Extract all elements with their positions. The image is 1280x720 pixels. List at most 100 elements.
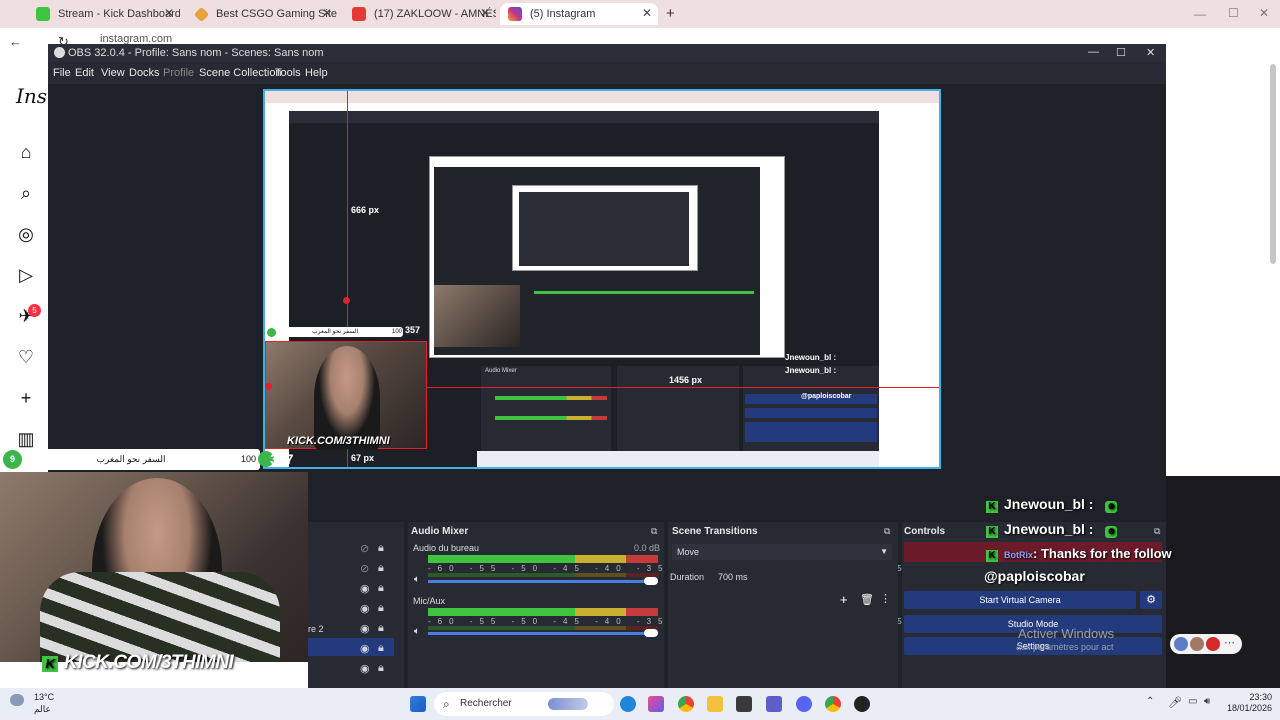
level-badge: 9 <box>3 450 22 469</box>
browser-tab-kick[interactable]: Stream - Kick Dashboard ✕ <box>28 3 180 25</box>
close-icon[interactable]: ✕ <box>1146 46 1155 59</box>
dock-menu-icon[interactable]: ⧉ <box>651 526 657 537</box>
volume-slider[interactable] <box>428 632 658 635</box>
edge-icon[interactable] <box>620 696 636 712</box>
maximize-icon[interactable]: ☐ <box>1116 46 1126 59</box>
scrollbar[interactable] <box>1270 64 1276 264</box>
taskbar-search[interactable]: ⌕ Rechercher <box>434 692 614 716</box>
close-icon[interactable]: ✕ <box>164 6 174 20</box>
create-icon[interactable]: + <box>14 386 38 410</box>
menu-help[interactable]: Help <box>305 67 328 79</box>
eye-icon[interactable]: ◉ <box>360 602 370 615</box>
maximize-icon[interactable]: ☐ <box>1228 6 1239 20</box>
close-icon[interactable]: ✕ <box>642 6 652 20</box>
search-highlight-image <box>548 698 588 710</box>
browser-tab-csgo[interactable]: Best CSGO Gaming Site: Play Ba ✕ <box>186 3 338 25</box>
reels-icon[interactable]: ▷ <box>14 263 38 287</box>
home-icon[interactable]: ⌂ <box>14 140 38 164</box>
scene-transitions-dock: Scene Transitions ⧉ Move ▼ Duration 700 … <box>668 522 898 688</box>
nested-meter <box>534 291 754 294</box>
speaker-icon[interactable]: 🔈︎ <box>414 574 420 585</box>
add-transition-icon[interactable]: + <box>840 592 848 607</box>
preview-canvas[interactable]: Audio Mixer KICK.COM/3THIMNI السفر نحو ا… <box>263 89 941 469</box>
close-window-icon[interactable]: ✕ <box>1259 6 1269 20</box>
menu-file[interactable]: File <box>53 67 71 79</box>
menu-edit[interactable]: Edit <box>75 67 94 79</box>
lock-icon[interactable]: 🔒︎ <box>378 542 384 555</box>
microphone-icon[interactable]: 🎤︎ <box>1168 696 1182 709</box>
speaker-icon[interactable]: 🔈︎ <box>414 626 420 637</box>
start-virtual-camera-button[interactable]: Start Virtual Camera <box>904 591 1136 609</box>
lock-icon[interactable]: 🔒︎ <box>378 582 384 595</box>
lock-icon[interactable]: 🔒︎ <box>378 602 384 615</box>
lock-icon[interactable]: 🔒︎ <box>378 642 384 655</box>
windows-taskbar: ⌃ 🎤︎ ▭ 🔊︎ <box>0 688 1280 720</box>
eye-icon[interactable]: ◉ <box>360 662 370 675</box>
dock-menu-icon[interactable]: ⧉ <box>884 526 890 537</box>
volume-slider[interactable] <box>428 580 658 583</box>
volume-knob[interactable] <box>644 577 658 585</box>
windows-start-icon[interactable] <box>410 696 426 712</box>
minimize-icon[interactable]: — <box>1088 46 1099 58</box>
menu-docks[interactable]: Docks <box>129 67 160 79</box>
new-tab-button[interactable]: + <box>666 5 675 22</box>
chrome-icon[interactable] <box>825 696 841 712</box>
controls-title: Controls <box>904 526 946 537</box>
lock-icon[interactable]: 🔒︎ <box>378 622 384 635</box>
resize-handle[interactable] <box>343 297 350 304</box>
dashboard-icon[interactable]: ▥ <box>14 427 38 451</box>
eye-hidden-icon[interactable]: ⊘ <box>360 562 369 575</box>
menu-view[interactable]: View <box>101 67 125 79</box>
network-icon[interactable]: ▭ <box>1188 696 1197 707</box>
dock-menu-icon[interactable]: ⧉ <box>1154 526 1160 537</box>
eye-icon[interactable]: ◉ <box>360 642 370 655</box>
tab-label: Best CSGO Gaming Site: Play Ba <box>216 8 338 20</box>
chevron-up-icon[interactable]: ⌃ <box>1146 696 1154 707</box>
store-icon[interactable] <box>736 696 752 712</box>
heart-icon[interactable]: ♡ <box>14 345 38 369</box>
volume-meter <box>428 555 658 563</box>
lock-icon[interactable]: 🔒︎ <box>378 562 384 575</box>
volume-icon[interactable]: 🔊︎ <box>1204 696 1210 707</box>
teams-icon[interactable] <box>766 696 782 712</box>
browser-tab-youtube[interactable]: (17) ZAKLOOW - AMNÉSIE ft. G ✕ <box>344 3 496 25</box>
resize-handle[interactable] <box>265 383 272 390</box>
trash-icon[interactable]: 🗑︎ <box>860 593 874 606</box>
eye-icon[interactable]: ◉ <box>360 582 370 595</box>
taskbar-clock[interactable]: 23:30 18/01/2026 <box>1224 692 1272 714</box>
explore-icon[interactable]: ◎ <box>14 222 38 246</box>
file-explorer-icon[interactable] <box>707 696 723 712</box>
rank-bar: السفر نحو المغرب <box>2 449 260 470</box>
menu-tools[interactable]: Tools <box>275 67 301 79</box>
avatar-group[interactable]: ⋯ <box>1170 634 1242 654</box>
preview-points: 100 <box>392 329 403 335</box>
eye-icon[interactable]: ◉ <box>360 622 370 635</box>
menu-profile[interactable]: Profile <box>163 67 194 79</box>
volume-knob[interactable] <box>644 629 658 637</box>
close-icon[interactable]: ✕ <box>480 6 490 20</box>
duration-value[interactable]: 700 ms <box>718 572 748 582</box>
cloud-icon <box>10 694 24 706</box>
close-icon[interactable]: ✕ <box>322 6 332 20</box>
nested-webcam <box>434 285 520 347</box>
more-options-icon[interactable]: ⋮ <box>880 592 891 605</box>
chat-message: : Thanks for the follow <box>1033 546 1172 561</box>
emote-icon: ☻ <box>1105 501 1118 513</box>
obs-icon[interactable] <box>854 696 870 712</box>
back-icon[interactable]: ← <box>9 34 22 49</box>
search-icon[interactable]: ⌕ <box>14 181 38 205</box>
preview-chat-1: Jnewoun_bl : <box>785 353 837 362</box>
discord-icon[interactable] <box>796 696 812 712</box>
chrome-icon[interactable] <box>678 696 694 712</box>
gear-icon[interactable]: ⚙ <box>1140 591 1162 609</box>
preview-meter-1 <box>495 396 607 400</box>
preview-obs-title <box>289 111 879 123</box>
menu-scene-collection[interactable]: Scene Collection <box>199 67 282 79</box>
minimize-icon[interactable]: — <box>1194 7 1206 21</box>
tab-label: (5) Instagram <box>530 8 596 20</box>
copilot-icon[interactable] <box>648 696 664 712</box>
browser-tab-instagram[interactable]: (5) Instagram ✕ <box>500 3 658 25</box>
transition-select[interactable]: Move ▼ <box>672 544 892 560</box>
eye-hidden-icon[interactable]: ⊘ <box>360 542 369 555</box>
lock-icon[interactable]: 🔒︎ <box>378 662 384 675</box>
